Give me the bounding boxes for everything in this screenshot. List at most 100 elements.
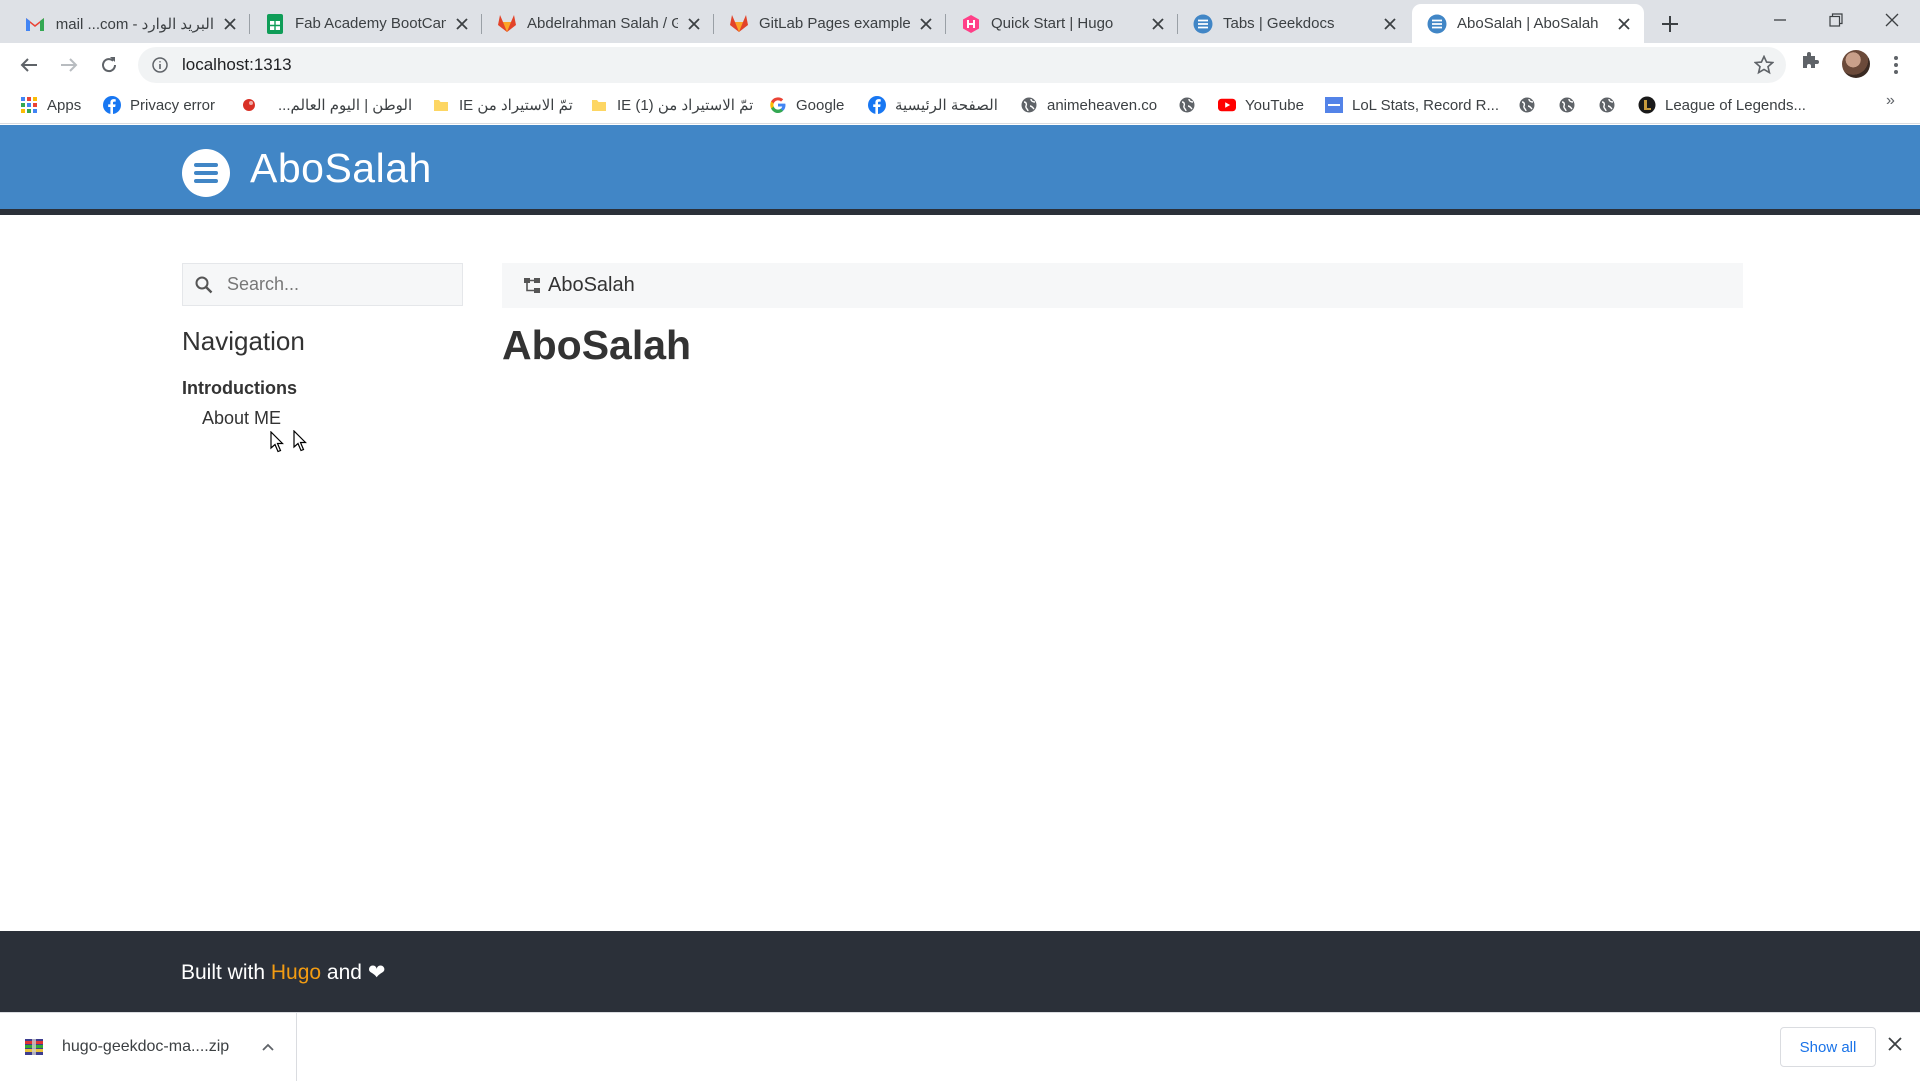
google-sheets-icon xyxy=(264,13,286,35)
close-icon[interactable] xyxy=(1148,14,1168,34)
minimize-icon xyxy=(1774,19,1786,21)
gitlab-icon xyxy=(496,13,518,35)
close-download-shelf-icon[interactable] xyxy=(1888,1037,1902,1056)
lol-icon xyxy=(1638,96,1656,114)
close-icon[interactable] xyxy=(1614,14,1634,34)
tab-fab-academy[interactable]: Fab Academy BootCamp xyxy=(250,4,482,43)
bookmark-label: الوطن | اليوم العالم... xyxy=(278,97,413,114)
footer-text: Built with Hugo and ❤ xyxy=(181,960,385,985)
facebook-icon xyxy=(868,96,886,114)
bookmarks-bar: Apps Privacy error الوطن | اليوم العالم.… xyxy=(0,86,1920,124)
tab-strip: البريد الوارد - Gmail ...com Fab Academy… xyxy=(0,0,1920,43)
folder-icon xyxy=(590,96,608,114)
url-text: localhost:1313 xyxy=(182,55,292,74)
site-logo-icon[interactable] xyxy=(182,149,230,197)
bookmark-label: تمّ الاستيراد من IE (1) xyxy=(617,97,754,114)
tab-label: Tabs | Geekdocs xyxy=(1223,15,1335,32)
bookmark-privacy-error[interactable]: Privacy error xyxy=(103,94,215,116)
address-bar[interactable]: localhost:1313 xyxy=(138,47,1786,83)
restore-icon xyxy=(1829,13,1843,27)
facebook-icon xyxy=(103,96,121,114)
tab-geekdocs[interactable]: Tabs | Geekdocs xyxy=(1178,4,1410,43)
gmail-icon xyxy=(24,13,46,35)
close-window-button[interactable] xyxy=(1864,0,1920,40)
tab-label: Abdelrahman Salah / GitLab xyxy=(527,15,678,32)
browser-menu-icon[interactable] xyxy=(1888,52,1904,78)
bookmark-league-of-legends[interactable]: League of Legends... xyxy=(1638,94,1806,116)
opgg-icon xyxy=(1325,96,1343,114)
hugo-link[interactable]: Hugo xyxy=(271,961,321,984)
forward-arrow-icon xyxy=(61,58,78,72)
reload-button[interactable] xyxy=(93,49,125,81)
nav-heading: Navigation xyxy=(182,326,305,356)
reload-icon xyxy=(102,57,117,73)
extensions-puzzle-icon[interactable] xyxy=(1800,50,1820,75)
show-all-downloads-button[interactable]: Show all xyxy=(1780,1027,1876,1067)
bookmark-star-icon[interactable] xyxy=(1753,54,1775,80)
info-icon xyxy=(152,57,168,73)
site-footer: Built with Hugo and ❤ xyxy=(0,931,1920,1012)
bookmark-google[interactable]: Google xyxy=(769,94,844,116)
tab-label: GitLab Pages examples xyxy=(759,15,910,32)
close-icon[interactable] xyxy=(684,14,704,34)
bookmark-youtube[interactable]: YouTube xyxy=(1218,94,1304,116)
download-file-name: hugo-geekdoc-ma....zip xyxy=(62,1038,230,1055)
bookmark-animeheaven[interactable]: animeheaven.co xyxy=(1020,94,1157,116)
youtube-icon xyxy=(1218,96,1236,114)
bookmark-label: League of Legends... xyxy=(1665,96,1806,114)
mouse-cursor-icon xyxy=(293,430,307,452)
bookmark-ie-import-1[interactable]: تمّ الاستيراد من IE (1) xyxy=(590,94,753,116)
bookmark-globe-4[interactable] xyxy=(1598,94,1625,116)
breadcrumb-item[interactable]: AboSalah xyxy=(548,274,635,297)
hugo-icon xyxy=(960,13,982,35)
nav-link-about-me[interactable]: About ME xyxy=(202,408,281,429)
close-icon[interactable] xyxy=(1380,14,1400,34)
bookmark-globe-2[interactable] xyxy=(1518,94,1545,116)
tab-label: Fab Academy BootCamp xyxy=(295,15,446,32)
bookmark-label: Google xyxy=(796,96,845,114)
bookmark-globe-3[interactable] xyxy=(1558,94,1585,116)
new-tab-button[interactable] xyxy=(1654,8,1686,40)
tab-gitlab-abdelrahman[interactable]: Abdelrahman Salah / GitLab xyxy=(482,4,714,43)
close-icon[interactable] xyxy=(916,14,936,34)
globe-icon xyxy=(1020,96,1038,114)
tab-gitlab-pages[interactable]: GitLab Pages examples xyxy=(714,4,946,43)
tab-gmail[interactable]: البريد الوارد - Gmail ...com xyxy=(10,4,250,43)
bookmark-label: YouTube xyxy=(1245,96,1304,114)
search-box[interactable] xyxy=(182,263,463,306)
profile-avatar[interactable] xyxy=(1842,50,1870,78)
forward-button[interactable] xyxy=(53,49,85,81)
site-title[interactable]: AboSalah xyxy=(250,145,432,192)
back-button[interactable] xyxy=(13,49,45,81)
bookmark-facebook-home[interactable]: الصفحة الرئيسية xyxy=(868,94,998,116)
minimize-button[interactable] xyxy=(1752,0,1808,40)
chevron-up-icon[interactable] xyxy=(256,1043,280,1051)
download-item[interactable]: hugo-geekdoc-ma....zip xyxy=(22,1013,297,1081)
search-input[interactable] xyxy=(225,273,445,296)
tab-hugo-quickstart[interactable]: Quick Start | Hugo xyxy=(946,4,1178,43)
bookmark-label: LoL Stats, Record R... xyxy=(1352,96,1500,114)
bookmark-label: تمّ الاستيراد من IE xyxy=(459,97,573,114)
globe-icon xyxy=(1178,96,1196,114)
zip-archive-icon xyxy=(25,1039,43,1055)
bookmark-red[interactable] xyxy=(240,94,267,116)
restore-button[interactable] xyxy=(1808,0,1864,40)
google-icon xyxy=(769,96,787,114)
download-shelf: hugo-geekdoc-ma....zip Show all xyxy=(0,1012,1920,1081)
bookmark-ie-import[interactable]: تمّ الاستيراد من IE xyxy=(432,94,573,116)
globe-icon xyxy=(1558,96,1576,114)
folder-icon xyxy=(432,96,450,114)
plus-icon xyxy=(1662,16,1678,32)
bookmark-apps[interactable]: Apps xyxy=(20,94,81,116)
globe-icon xyxy=(1518,96,1536,114)
nav-section-introductions: Introductions xyxy=(182,378,297,398)
close-icon[interactable] xyxy=(220,14,240,34)
bookmarks-overflow-button[interactable]: » xyxy=(1886,92,1895,110)
bookmark-alwatan[interactable]: الوطن | اليوم العالم... xyxy=(278,94,412,116)
heart-icon: ❤ xyxy=(367,961,386,984)
close-icon[interactable] xyxy=(452,14,472,34)
tab-label: AboSalah | AboSalah xyxy=(1457,15,1599,32)
tab-abosalah[interactable]: AboSalah | AboSalah xyxy=(1412,4,1644,43)
bookmark-globe-1[interactable] xyxy=(1178,94,1205,116)
bookmark-lol-stats[interactable]: LoL Stats, Record R... xyxy=(1325,94,1499,116)
